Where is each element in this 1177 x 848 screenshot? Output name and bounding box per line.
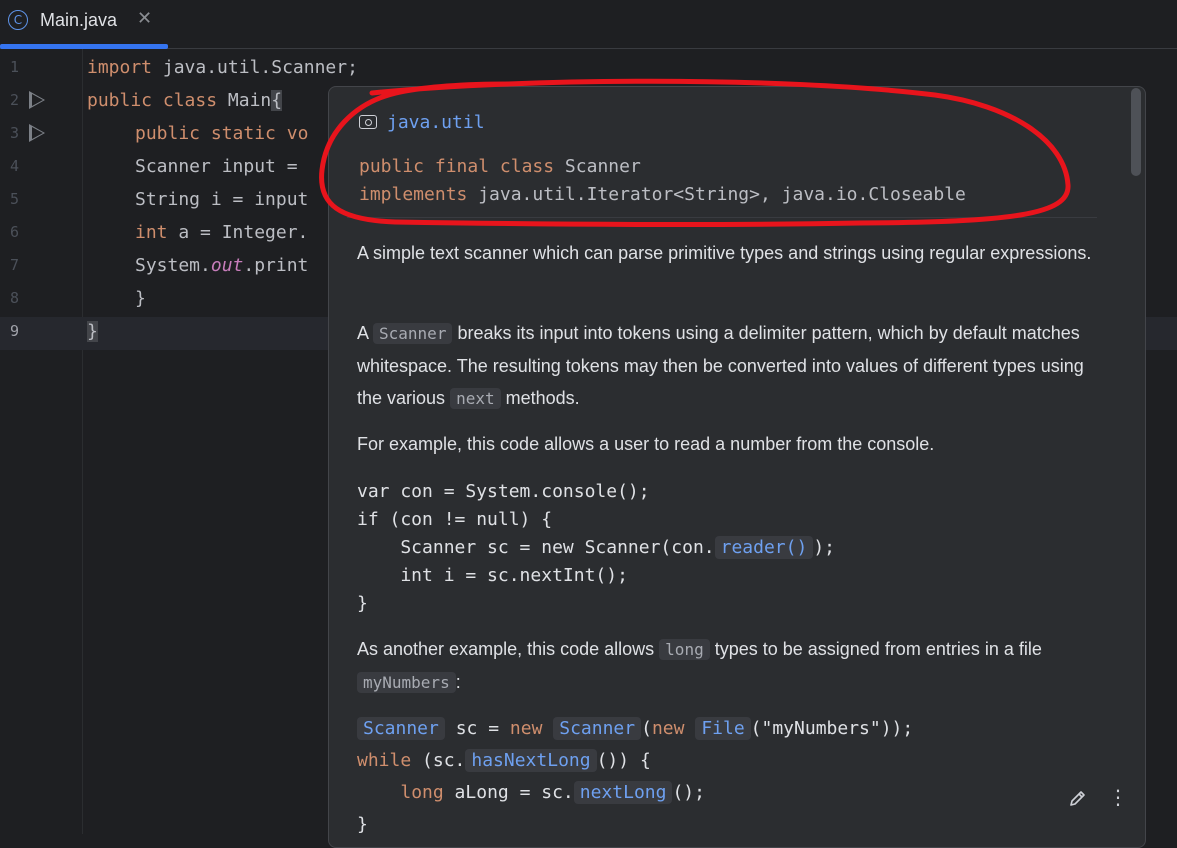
tab-title: Main.java [40, 10, 118, 30]
tab-main-java[interactable]: C Main.java ✕ [0, 0, 168, 49]
code-link[interactable]: File [695, 717, 751, 740]
pencil-icon[interactable] [1068, 788, 1088, 808]
doc-paragraph: A Scanner breaks its input into tokens u… [357, 323, 1084, 409]
run-icon[interactable] [29, 91, 45, 109]
editor-tab-bar: C Main.java ✕ [0, 0, 1177, 49]
code-text: Scanner input = [135, 156, 298, 177]
code-line[interactable]: 1 import java.util.Scanner; [0, 53, 1177, 86]
code-link[interactable]: nextLong [573, 781, 673, 804]
class-declaration: public final class Scanner implements ja… [359, 156, 966, 205]
line-number: 6 [10, 223, 20, 241]
line-number: 7 [10, 256, 20, 274]
code-text: int a = Integer. [135, 222, 309, 243]
line-number: 8 [10, 289, 20, 307]
inline-code: long [659, 639, 710, 660]
code-link[interactable]: reader() [714, 536, 814, 559]
package-icon [359, 115, 377, 129]
documentation-popup[interactable]: java.util public final class Scanner imp… [328, 86, 1146, 848]
line-number: 3 [10, 124, 20, 142]
code-text: public static vo [135, 123, 309, 144]
code-link[interactable]: hasNextLong [465, 749, 597, 772]
code-link[interactable]: Scanner [553, 717, 642, 740]
code-example: Scanner sc = new Scanner (new File ("myNum… [357, 717, 914, 835]
inline-code: Scanner [373, 323, 453, 344]
doc-paragraph: As another example, this code allows lon… [357, 639, 1042, 693]
inline-code: myNumbers [357, 672, 456, 693]
code-example: var con = System.console(); if (con != n… [357, 481, 836, 614]
code-text: } [87, 321, 98, 342]
close-icon[interactable]: ✕ [137, 8, 152, 29]
line-number: 5 [10, 190, 20, 208]
code-text: } [135, 288, 146, 309]
inline-code: next [450, 388, 501, 409]
more-options-icon[interactable]: ⋮ [1108, 785, 1128, 809]
line-number: 2 [10, 91, 20, 109]
popup-scrollbar[interactable] [1131, 88, 1141, 176]
package-link[interactable]: java.util [387, 112, 485, 133]
code-text: public class Main{ [87, 90, 283, 111]
run-icon[interactable] [29, 124, 45, 142]
code-text: System.out.print [135, 255, 309, 276]
doc-paragraph: A simple text scanner which can parse pr… [357, 243, 1092, 263]
code-text: String i = input [135, 189, 309, 210]
doc-paragraph: For example, this code allows a user to … [357, 434, 935, 454]
code-link[interactable]: Scanner [357, 717, 445, 740]
java-class-icon: C [8, 10, 28, 30]
line-number: 9 [10, 322, 20, 340]
line-number: 1 [10, 58, 20, 76]
divider [347, 217, 1097, 218]
line-number: 4 [10, 157, 20, 175]
code-text: import java.util.Scanner; [87, 57, 358, 78]
